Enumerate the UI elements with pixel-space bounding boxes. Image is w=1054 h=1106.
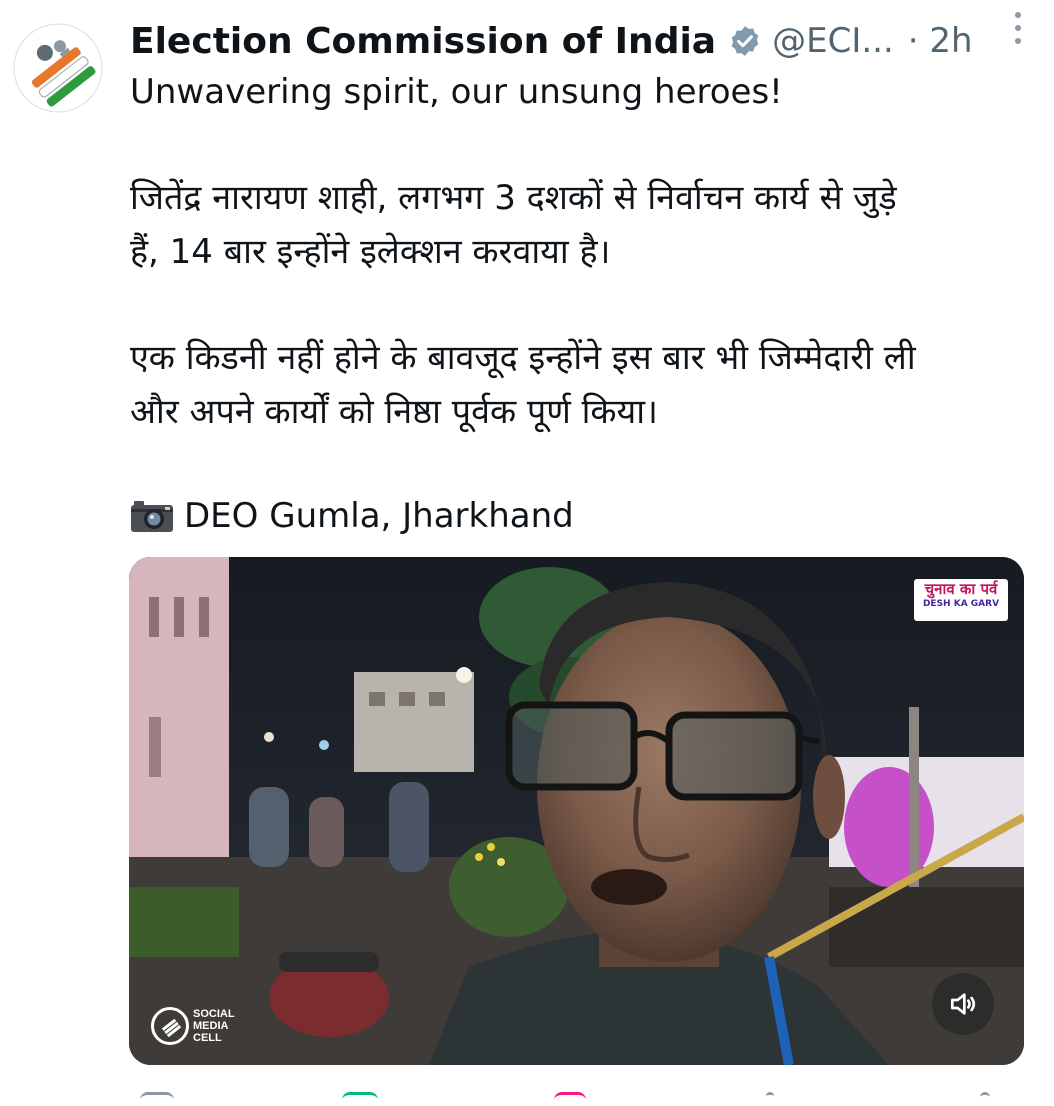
badge-english-text: DESH KA GARV	[922, 599, 1000, 609]
share-icon[interactable]	[980, 1092, 990, 1106]
eci-watermark-icon	[151, 1007, 189, 1045]
avatar[interactable]	[8, 18, 108, 118]
tweet-header: Election Commission of India @ECI... · 2…	[130, 14, 1034, 68]
social-media-cell-watermark: SOCIAL MEDIA CELL	[151, 1007, 235, 1045]
tweet-video[interactable]: चुनाव का पर्व DESH KA GARV SOCIAL MEDIA …	[129, 557, 1024, 1065]
tweet-text-line-4: एक किडनी नहीं होने के बावजूद इन्होंने इस…	[130, 338, 916, 378]
badge-hindi-text: चुनाव का पर्व	[924, 580, 998, 598]
tweet-action-bar	[130, 1092, 1010, 1103]
chunav-ka-parv-badge: चुनाव का पर्व DESH KA GARV	[914, 579, 1008, 621]
retweet-icon[interactable]	[342, 1092, 378, 1106]
tweet-text-line-2: जितेंद्र नारायण शाही, लगभग 3 दशकों से नि…	[130, 178, 897, 218]
author-handle[interactable]: @ECI...	[772, 21, 894, 61]
speaker-muted-icon[interactable]	[932, 973, 994, 1035]
watermark-line-2: MEDIA	[193, 1020, 229, 1032]
credit-text: DEO Gumla, Jharkhand	[184, 496, 574, 536]
watermark-line-1: SOCIAL	[193, 1008, 235, 1020]
camera-icon	[130, 496, 174, 548]
tweet-credit-line: DEO Gumla, Jharkhand	[130, 490, 1030, 548]
more-options-icon[interactable]	[1012, 8, 1024, 48]
reply-icon[interactable]	[140, 1092, 174, 1106]
tweet-text-line-5: और अपने कार्यों को निष्ठा पूर्वक पूर्ण क…	[130, 392, 658, 432]
views-icon[interactable]	[766, 1092, 774, 1106]
eci-logo-icon	[13, 23, 103, 113]
like-icon[interactable]	[554, 1092, 586, 1106]
author-name[interactable]: Election Commission of India	[130, 21, 716, 62]
tweet-text-line-1: Unwavering spirit, our unsung heroes!	[130, 72, 783, 112]
verified-badge-icon[interactable]	[728, 24, 762, 58]
video-frame	[129, 557, 1024, 1065]
tweet-text-line-3: हैं, 14 बार इन्होंने इलेक्शन करवाया है।	[130, 232, 611, 272]
tweet-timestamp[interactable]: · 2h	[908, 21, 973, 61]
watermark-line-3: CELL	[193, 1032, 222, 1044]
